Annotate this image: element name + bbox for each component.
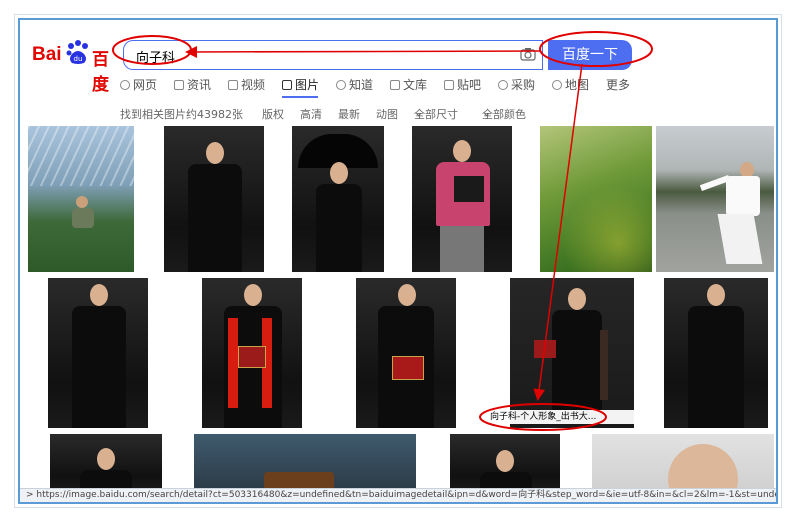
filter-color[interactable]: 全部颜色 ⌄	[482, 106, 526, 121]
search-input[interactable]: 向子科	[136, 47, 175, 66]
result-image-14[interactable]	[450, 434, 560, 494]
filter-latest[interactable]: 最新	[338, 106, 360, 122]
filter-copyright[interactable]: 版权	[262, 106, 284, 122]
tab-news[interactable]: 资讯	[174, 76, 211, 93]
result-image-11[interactable]	[664, 278, 768, 428]
result-image-2[interactable]	[164, 126, 264, 272]
logo-du-text: 百度	[92, 50, 109, 95]
tab-web[interactable]: 网页	[120, 76, 157, 93]
result-image-5[interactable]	[540, 126, 652, 272]
result-image-4[interactable]	[412, 126, 512, 272]
cart-icon	[498, 80, 508, 90]
search-button[interactable]: 百度一下	[548, 40, 632, 70]
result-image-8[interactable]	[202, 278, 302, 428]
result-image-10[interactable]	[510, 278, 634, 428]
map-pin-icon	[552, 80, 562, 90]
result-image-13[interactable]	[194, 434, 416, 494]
result-count: 找到相关图片约43982张	[120, 108, 243, 121]
status-bar: > https://image.baidu.com/search/detail?…	[20, 488, 776, 502]
result-image-15[interactable]	[592, 434, 774, 494]
tab-wenku[interactable]: 文库	[390, 76, 427, 93]
tab-tieba[interactable]: 贴吧	[444, 76, 481, 93]
tab-more[interactable]: 更多	[606, 76, 630, 93]
tab-images[interactable]: 图片	[282, 76, 319, 93]
result-image-12[interactable]	[50, 434, 162, 494]
tab-zhidao[interactable]: 知道	[336, 76, 373, 93]
document-icon	[390, 80, 400, 90]
search-icon	[120, 80, 130, 90]
play-icon	[228, 80, 238, 90]
active-tab-indicator	[282, 96, 318, 98]
result-image-6[interactable]	[656, 126, 774, 272]
result-image-7[interactable]	[48, 278, 148, 428]
camera-icon[interactable]	[520, 47, 536, 61]
forum-icon	[444, 80, 454, 90]
image-icon	[282, 80, 292, 90]
filter-animated[interactable]: 动图	[376, 106, 398, 122]
question-icon	[336, 80, 346, 90]
tab-purchase[interactable]: 采购	[498, 76, 535, 93]
status-url: https://image.baidu.com/search/detail?ct…	[36, 490, 776, 500]
svg-text:du: du	[74, 55, 83, 63]
logo-bai-text: Bai	[32, 44, 62, 65]
result-image-9[interactable]	[356, 278, 456, 428]
paw-icon: du	[66, 40, 88, 64]
news-icon	[174, 80, 184, 90]
browser-frame: Bai du 百度 向子科 百度一下 网页 资讯 视频 图片 知道 文库 贴吧 …	[18, 18, 778, 504]
result-image-1[interactable]	[28, 126, 134, 272]
tab-map[interactable]: 地图	[552, 76, 589, 93]
filter-size[interactable]: 全部尺寸 ⌄	[414, 106, 458, 121]
image-caption[interactable]: 向子科-个人形象_出书大...	[486, 410, 634, 424]
search-box[interactable]: 向子科	[123, 40, 543, 70]
result-image-3[interactable]	[292, 126, 384, 272]
tab-video[interactable]: 视频	[228, 76, 265, 93]
filter-hd[interactable]: 高清	[300, 106, 322, 122]
